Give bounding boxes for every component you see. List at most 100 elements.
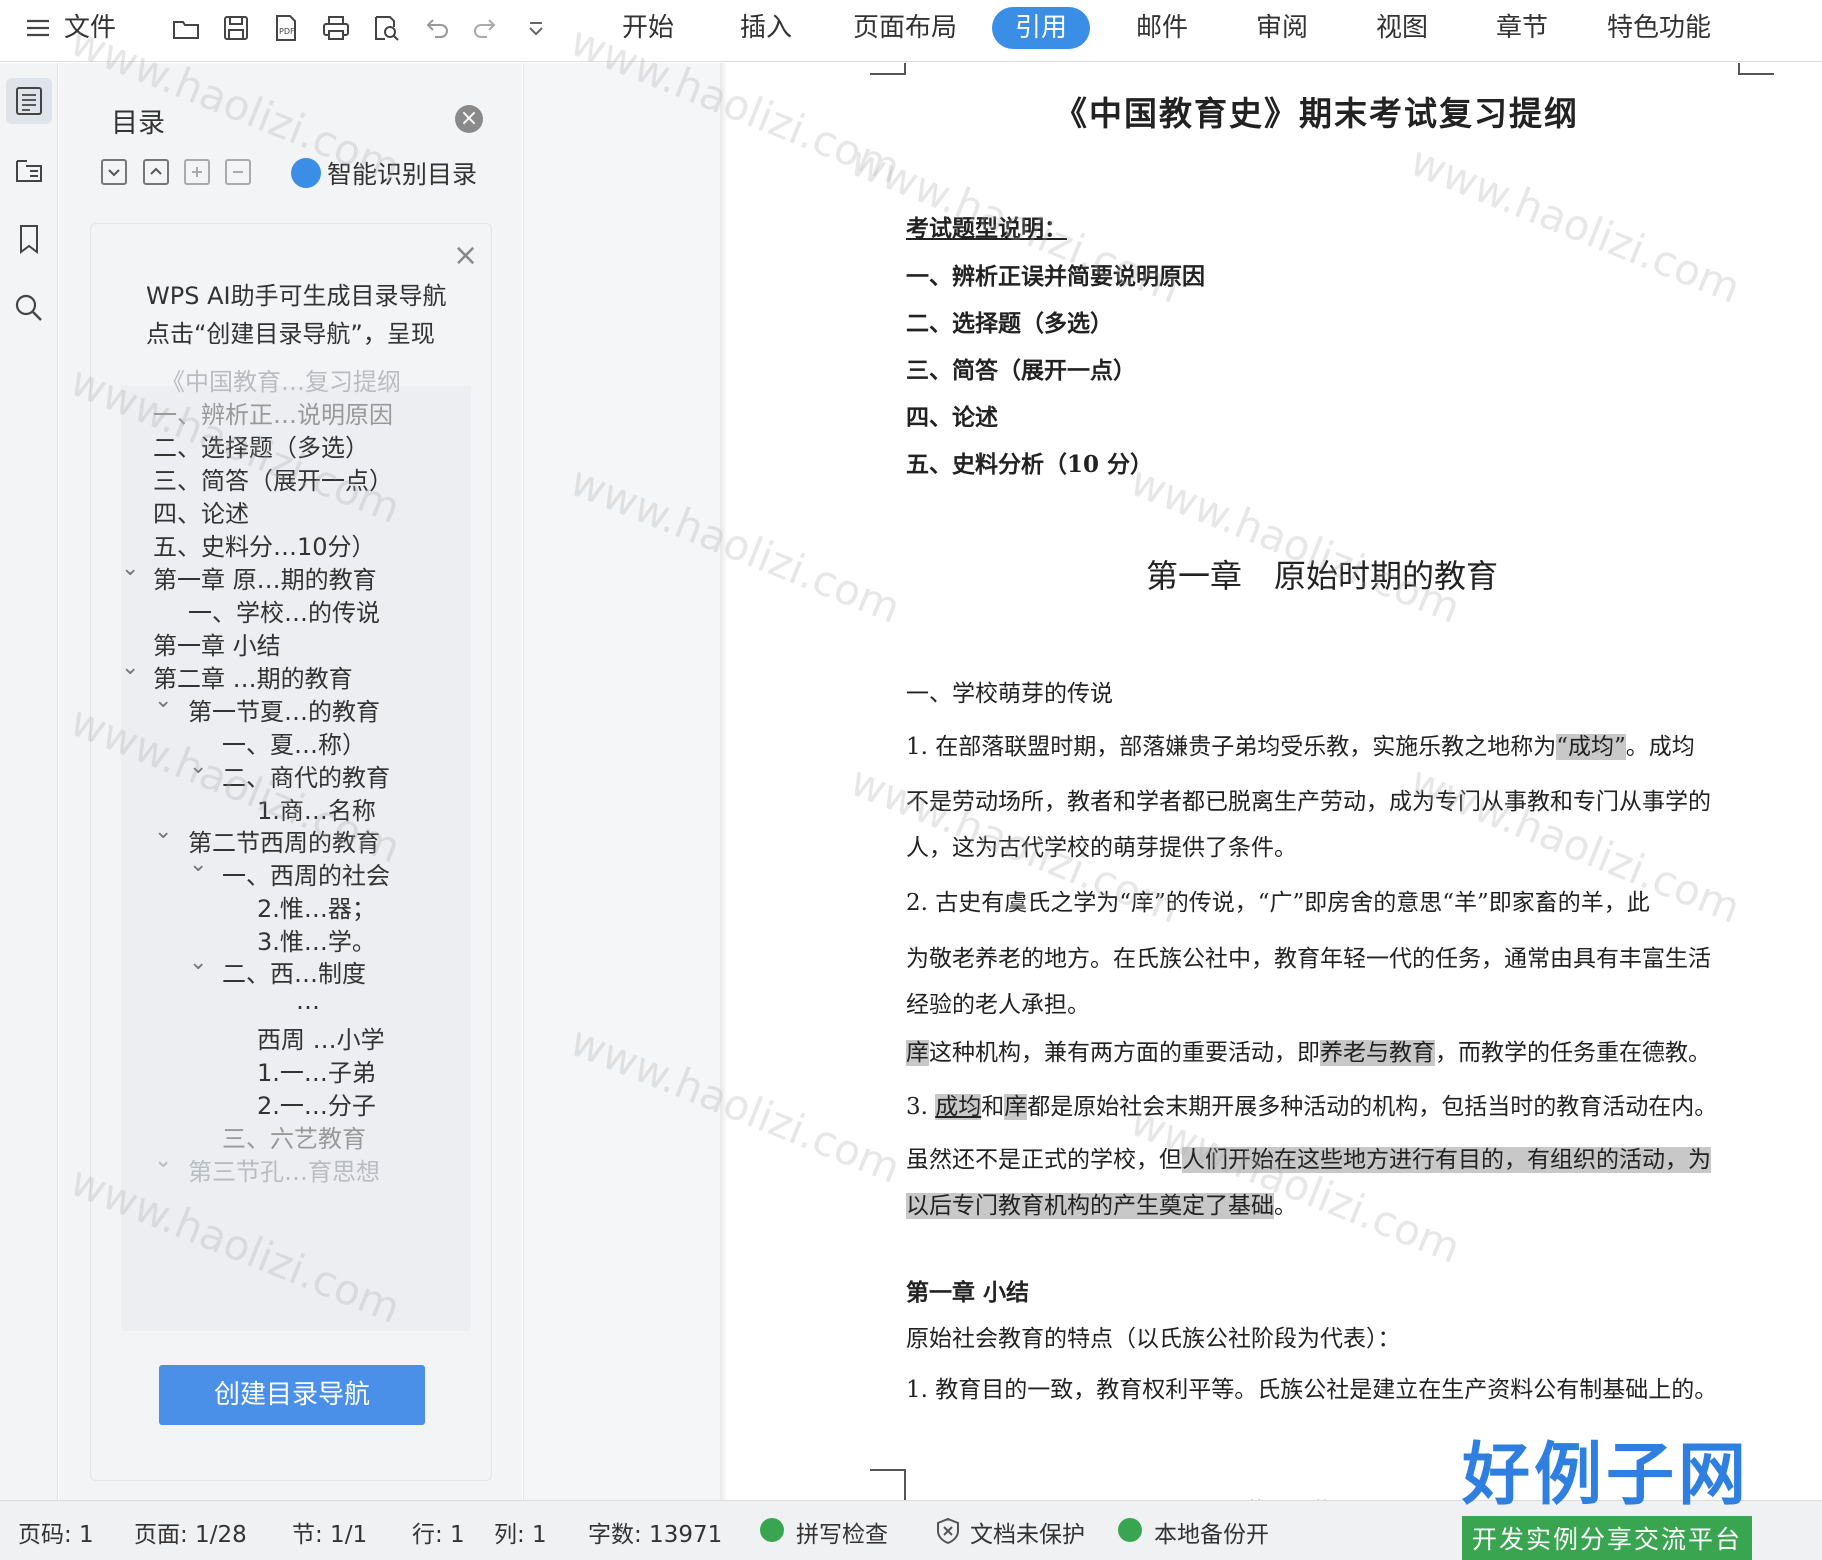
close-panel-icon[interactable]: ×	[455, 105, 483, 133]
crop-mark	[870, 1469, 906, 1500]
promote-level-icon[interactable]	[184, 159, 210, 185]
toc-item[interactable]: 二、商代的教育	[222, 758, 390, 793]
shield-icon	[937, 1517, 959, 1545]
exam-type-item: 二、选择题（多选）	[906, 310, 1113, 337]
backup-icon	[1118, 1518, 1142, 1542]
toc-item[interactable]: 五、史料分…10分）	[153, 527, 376, 562]
tab-start[interactable]: 开始	[600, 7, 696, 49]
undo-icon[interactable]	[416, 8, 456, 48]
demote-level-icon[interactable]	[225, 159, 251, 185]
paragraph-text: 都是原始社会末期开展多种活动的机构，包括当时的教育活动在内。	[1027, 1094, 1718, 1120]
chevron-down-icon[interactable]: ⌄	[189, 754, 207, 779]
paragraph-line: 2. 古史有虞氏之学为“庠”的传说，“广”即房舍的意思“羊”即家畜的羊，此	[906, 890, 1650, 916]
toc-item[interactable]: 第二节西周的教育	[188, 823, 380, 858]
search-icon[interactable]	[6, 285, 52, 331]
tab-insert[interactable]: 插入	[718, 7, 814, 49]
paragraph-line: 人，这为古代学校的萌芽提供了条件。	[906, 835, 1297, 861]
toc-item[interactable]: 西周 …小学	[257, 1020, 385, 1055]
top-toolbar: 文件 PDF 开始 插入 页面布局 引用 邮件 审阅 视图 章节 特色功能	[0, 0, 1822, 62]
toc-item[interactable]: 《中国教育…复习提纲	[161, 362, 401, 397]
local-backup-toggle[interactable]: 本地备份开	[1154, 1515, 1269, 1549]
ai-toc-card: × WPS AI助手可生成目录导航 点击“创建目录导航”，呈现文 《中国教育…复…	[90, 223, 492, 1481]
customize-dropdown-icon[interactable]	[516, 8, 556, 48]
paragraph-text: 3.	[906, 1094, 936, 1120]
chevron-down-icon[interactable]: ⌄	[121, 556, 139, 581]
exam-type-item: 四、论述	[906, 404, 998, 431]
toc-item[interactable]: 一、西周的社会	[222, 856, 390, 891]
status-column[interactable]: 列: 1	[494, 1515, 547, 1549]
status-section[interactable]: 节: 1/1	[292, 1515, 367, 1549]
paragraph-line: 经验的老人承担。	[906, 992, 1090, 1018]
toc-item[interactable]: 一、学校…的传说	[188, 593, 380, 628]
tab-review[interactable]: 审阅	[1234, 7, 1330, 49]
export-pdf-icon[interactable]: PDF	[266, 8, 306, 48]
toc-item[interactable]: 第二章 …期的教育	[153, 659, 353, 694]
toc-item[interactable]: …	[296, 987, 320, 1015]
toc-item[interactable]: 2.惟…器；	[257, 889, 376, 924]
collapse-all-icon[interactable]	[101, 159, 127, 185]
create-toc-button[interactable]: 创建目录导航	[159, 1365, 425, 1425]
toc-item[interactable]: 第三节孔…育思想	[188, 1152, 380, 1187]
toc-item[interactable]: 二、选择题（多选）	[153, 428, 369, 463]
smart-toc-label: 智能识别目录	[327, 160, 478, 189]
redo-icon[interactable]	[466, 8, 506, 48]
exam-type-item: 一、辨析正误并简要说明原因	[906, 263, 1205, 290]
outline-icon[interactable]	[6, 78, 52, 124]
ai-assistant-icon	[291, 158, 321, 188]
toc-item[interactable]: 1.一…子弟	[257, 1053, 376, 1088]
print-preview-icon[interactable]	[366, 8, 406, 48]
smart-toc-button[interactable]: 智能识别目录	[291, 153, 477, 193]
tab-view[interactable]: 视图	[1354, 7, 1450, 49]
document-protection[interactable]: 文档未保护	[970, 1515, 1085, 1549]
print-icon[interactable]	[316, 8, 356, 48]
paragraph-text: 虽然还不是正式的学校，但	[906, 1147, 1182, 1173]
chevron-down-icon[interactable]: ⌄	[189, 950, 207, 975]
file-menu[interactable]: 文件	[64, 8, 116, 48]
page-shadow	[720, 63, 728, 1500]
toc-item[interactable]: 三、简答（展开一点）	[153, 461, 393, 496]
toc-item[interactable]: 三、六艺教育	[222, 1119, 366, 1154]
document-page[interactable]: 《中国教育史》期末考试复习提纲 考试题型说明： 一、辨析正误并简要说明原因 二、…	[728, 63, 1822, 1520]
spell-check-toggle[interactable]: 拼写检查	[796, 1515, 888, 1549]
toc-panel-title: 目录	[111, 108, 165, 139]
exam-types-heading: 考试题型说明：	[906, 215, 1067, 242]
toc-item[interactable]: 一、辨析正…说明原因	[153, 395, 393, 430]
paragraph-line: 为敬老养老的地方。在氏族公社中，教育年轻一代的任务，通常由具有丰富生活	[906, 946, 1711, 972]
toc-item[interactable]: 3.惟…学。	[257, 922, 376, 957]
toc-item[interactable]: 二、西…制度	[222, 954, 366, 989]
toc-item[interactable]: 1.商…名称	[257, 791, 376, 826]
tab-page-layout[interactable]: 页面布局	[845, 7, 965, 49]
tab-references[interactable]: 引用	[992, 7, 1090, 49]
status-page-code[interactable]: 页码: 1	[18, 1515, 94, 1549]
chevron-down-icon[interactable]: ⌄	[154, 688, 172, 713]
highlighted-text: 以后专门教育机构的产生奠定了基础	[906, 1193, 1274, 1219]
status-row[interactable]: 行: 1	[412, 1515, 465, 1549]
paragraph-line: 以后专门教育机构的产生奠定了基础。	[906, 1186, 1297, 1220]
open-folder-icon[interactable]	[166, 8, 206, 48]
toc-item[interactable]: 第一章 小结	[153, 626, 281, 661]
toc-item[interactable]: 四、论述	[153, 494, 249, 529]
toc-item[interactable]: 2.一…分子	[257, 1086, 376, 1121]
save-icon[interactable]	[216, 8, 256, 48]
bookmark-icon[interactable]	[6, 216, 52, 262]
chevron-down-icon[interactable]: ⌄	[154, 819, 172, 844]
tab-chapter[interactable]: 章节	[1474, 7, 1570, 49]
chevron-down-icon[interactable]: ⌄	[189, 852, 207, 877]
status-word-count[interactable]: 字数: 13971	[588, 1515, 722, 1549]
toc-item[interactable]: 第一节夏…的教育	[188, 692, 380, 727]
chapter-heading: 第一章 原始时期的教育	[1146, 557, 1499, 595]
status-page[interactable]: 页面: 1/28	[134, 1515, 247, 1549]
tab-mailings[interactable]: 邮件	[1114, 7, 1210, 49]
toc-item[interactable]: 一、夏…称）	[222, 725, 366, 760]
toc-item[interactable]: 第一章 原…期的教育	[153, 560, 377, 595]
paragraph-text: 。成均	[1625, 734, 1695, 760]
tab-special-features[interactable]: 特色功能	[1594, 7, 1724, 49]
chevron-down-icon[interactable]: ⌄	[154, 1148, 172, 1173]
highlighted-text: 庠	[1004, 1094, 1028, 1120]
expand-up-icon[interactable]	[143, 159, 169, 185]
panel-splitter[interactable]	[523, 63, 727, 1500]
navigation-pane-icon[interactable]	[6, 148, 52, 194]
chevron-down-icon[interactable]: ⌄	[121, 655, 139, 680]
hamburger-menu-icon[interactable]	[18, 8, 58, 48]
close-card-icon[interactable]: ×	[453, 238, 478, 273]
